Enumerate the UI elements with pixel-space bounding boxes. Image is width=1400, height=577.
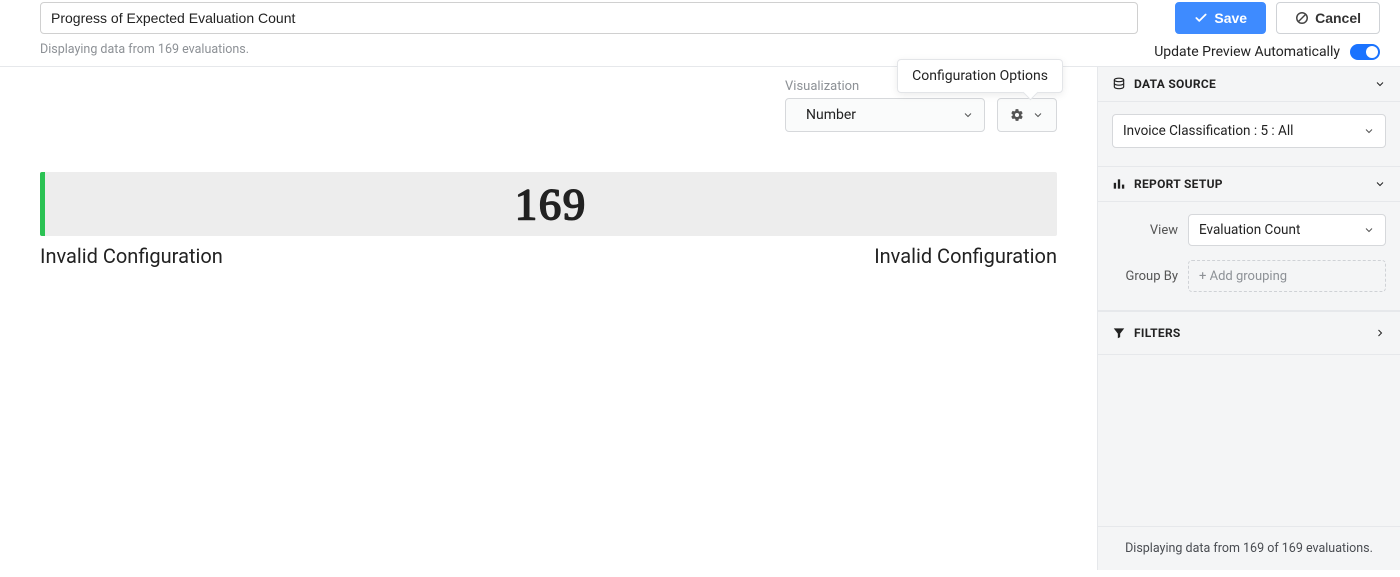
chevron-down-icon (1374, 178, 1386, 190)
groupby-label: Group By (1126, 269, 1179, 284)
data-source-header[interactable]: DATA SOURCE (1098, 67, 1400, 102)
cancel-label: Cancel (1315, 10, 1361, 26)
report-title-input[interactable] (40, 2, 1138, 34)
sidebar-footer-text: Displaying data from 169 of 169 evaluati… (1098, 526, 1400, 570)
add-grouping-button[interactable]: + Add grouping (1188, 260, 1386, 292)
progress-visualization: 169 (40, 172, 1057, 236)
evaluation-count-subtext: Displaying data from 169 evaluations. (40, 42, 1138, 57)
save-label: Save (1214, 10, 1247, 26)
chevron-down-icon (962, 109, 974, 121)
filter-icon (1112, 326, 1126, 340)
view-selected: Evaluation Count (1199, 222, 1300, 238)
chevron-down-icon (1032, 109, 1044, 121)
save-button[interactable]: Save (1175, 2, 1266, 34)
sidebar-spacer (1098, 355, 1400, 526)
report-setup-header[interactable]: REPORT SETUP (1098, 167, 1400, 202)
chevron-down-icon (1363, 224, 1375, 236)
chevron-right-icon (1374, 327, 1386, 339)
database-icon (1112, 77, 1126, 91)
chevron-down-icon (1363, 125, 1375, 137)
auto-preview-toggle[interactable] (1350, 44, 1380, 60)
cancel-icon (1295, 11, 1309, 25)
bar-chart-icon (1112, 177, 1126, 191)
gear-icon (1010, 108, 1024, 122)
data-source-selected: Invoice Classification : 5 : All (1123, 123, 1293, 139)
filters-title: FILTERS (1134, 326, 1181, 340)
big-number: 169 (515, 179, 587, 230)
config-options-tooltip: Configuration Options (897, 59, 1063, 93)
view-label: View (1150, 223, 1178, 238)
invalid-config-right: Invalid Configuration (874, 244, 1057, 268)
data-source-select[interactable]: Invoice Classification : 5 : All (1112, 114, 1386, 148)
report-setup-title: REPORT SETUP (1134, 177, 1223, 191)
view-select[interactable]: Evaluation Count (1188, 214, 1386, 246)
visualization-select[interactable]: Number (785, 98, 985, 132)
filters-header[interactable]: FILTERS (1098, 311, 1400, 355)
tooltip-text: Configuration Options (912, 68, 1048, 84)
data-source-title: DATA SOURCE (1134, 77, 1216, 91)
cancel-button[interactable]: Cancel (1276, 2, 1380, 34)
chevron-down-icon (1374, 78, 1386, 90)
invalid-config-left: Invalid Configuration (40, 244, 223, 268)
add-grouping-placeholder: + Add grouping (1199, 269, 1287, 284)
check-icon (1194, 11, 1208, 25)
auto-preview-label: Update Preview Automatically (1154, 44, 1340, 60)
config-options-button[interactable] (997, 98, 1057, 132)
visualization-selected: Number (806, 107, 856, 123)
